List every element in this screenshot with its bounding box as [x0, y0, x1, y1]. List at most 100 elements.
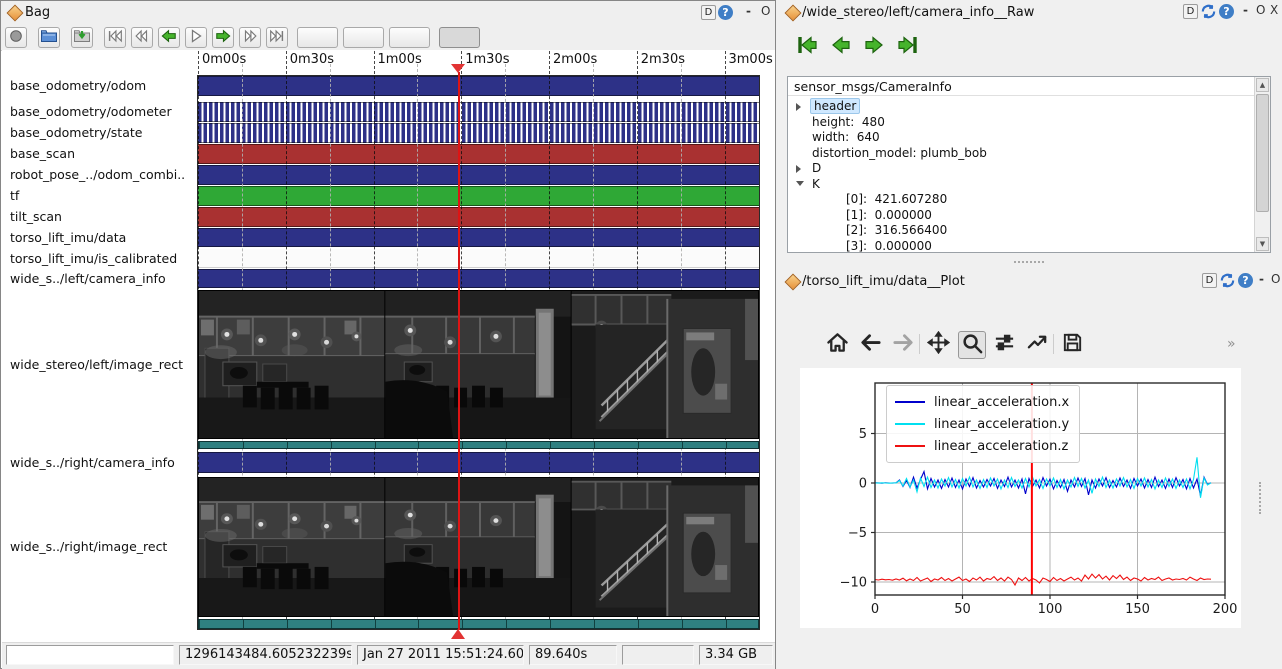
plot-panel-title: /torso_lift_imu/data__Plot — [802, 274, 965, 289]
topic-band-striped[interactable] — [198, 123, 759, 143]
tree-row[interactable]: header — [788, 99, 1239, 115]
tree-row[interactable]: [1]: 0.000000 — [788, 208, 1239, 224]
topic-band-solid[interactable] — [198, 76, 759, 96]
pan-button[interactable] — [925, 331, 951, 357]
topic-band-solid[interactable] — [198, 269, 759, 288]
topic-band-empty[interactable] — [198, 249, 759, 268]
toolbar-overflow-chevron[interactable]: » — [1227, 336, 1236, 352]
fast-forward-button[interactable] — [239, 27, 261, 48]
bag-window-title: Bag — [25, 5, 50, 20]
minimize-button[interactable]: - — [746, 4, 751, 18]
save-export-button[interactable] — [71, 27, 93, 48]
topic-band-solid[interactable] — [198, 228, 759, 247]
undock-button[interactable]: O — [1271, 272, 1280, 286]
plot-panel-titlebar[interactable]: /torso_lift_imu/data__Plot D ? - O X — [777, 269, 1282, 293]
overview-tick — [287, 620, 288, 628]
last-message-button[interactable] — [894, 34, 920, 60]
camera-image-strip — [199, 291, 758, 438]
tree-row[interactable]: [0]: 421.607280 — [788, 192, 1239, 208]
scrollbar-thumb[interactable] — [1256, 94, 1269, 212]
home-button[interactable] — [824, 331, 850, 357]
skip-end-button[interactable] — [266, 27, 288, 48]
message-view[interactable]: sensor_msgs/CameraInfo headerheight: 480… — [787, 76, 1271, 253]
minimize-button[interactable]: - — [1243, 3, 1248, 17]
record-button[interactable] — [5, 27, 27, 48]
undock-button[interactable]: O — [761, 4, 770, 18]
play-button[interactable] — [185, 27, 207, 48]
tree-row[interactable]: D — [788, 161, 1239, 177]
playhead-line[interactable] — [458, 72, 460, 630]
message-tree[interactable]: headerheight: 480width: 640distortion_mo… — [788, 97, 1255, 252]
next-green-button[interactable] — [212, 27, 234, 48]
help-icon[interactable]: ? — [1219, 4, 1234, 19]
tree-row[interactable]: [3]: 0.000000 — [788, 239, 1239, 254]
panel-splitter-handle[interactable] — [1014, 261, 1044, 263]
blank-pressed-button[interactable] — [439, 27, 480, 48]
rewind-button[interactable] — [131, 27, 153, 48]
refresh-icon[interactable] — [1200, 3, 1217, 24]
legend-line-sample — [895, 445, 925, 448]
legend-line-sample — [895, 401, 925, 404]
back-button[interactable] — [857, 331, 883, 357]
blank-button[interactable] — [389, 27, 430, 48]
overview-tick — [462, 442, 463, 448]
blank-button[interactable] — [343, 27, 384, 48]
topic-band-solid[interactable] — [198, 186, 759, 206]
plot-figure[interactable]: 05010015020050−5−10 linear_acceleration.… — [800, 368, 1241, 628]
dock-button[interactable]: D — [1183, 4, 1198, 19]
scroll-down-icon[interactable]: ▼ — [1256, 237, 1269, 251]
undock-button[interactable]: O — [1256, 3, 1265, 17]
first-message-button[interactable] — [795, 34, 821, 60]
timeline-bands[interactable] — [2, 50, 775, 631]
scroll-up-icon[interactable]: ▲ — [1256, 78, 1269, 92]
subplots-button[interactable] — [991, 331, 1017, 357]
save-button[interactable] — [1059, 331, 1085, 357]
topic-band-solid[interactable] — [198, 144, 759, 164]
help-icon[interactable]: ? — [1238, 273, 1253, 288]
raw-panel-titlebar[interactable]: /wide_stereo/left/camera_info__Raw D ? -… — [777, 0, 1282, 24]
dock-button[interactable]: D — [701, 5, 716, 20]
tree-row[interactable]: height: 480 — [788, 115, 1239, 131]
tree-row[interactable]: K — [788, 177, 1239, 193]
help-icon[interactable]: ? — [718, 5, 733, 20]
bag-titlebar[interactable]: Bag D ? - O — [1, 1, 775, 27]
topic-band-striped[interactable] — [198, 102, 759, 122]
topic-band-image[interactable] — [198, 477, 759, 617]
playhead-marker-bottom[interactable] — [451, 629, 465, 639]
blank-button[interactable] — [297, 27, 338, 48]
rqt-plugin-icon — [785, 274, 802, 291]
minimize-button[interactable]: - — [1259, 272, 1264, 286]
vertical-splitter-handle[interactable] — [1259, 482, 1261, 514]
overview-tick — [287, 442, 288, 448]
topic-band-solid[interactable] — [198, 207, 759, 227]
tree-row-text: height: 480 — [812, 115, 885, 129]
bag-size-box: 3.34 GB — [699, 645, 773, 665]
refresh-icon[interactable] — [1219, 272, 1236, 293]
overview-tick — [243, 442, 244, 448]
message-scrollbar[interactable]: ▲ ▼ — [1254, 77, 1270, 252]
topic-band-solid[interactable] — [198, 165, 759, 185]
customize-button[interactable] — [1024, 331, 1050, 357]
tree-row[interactable]: width: 640 — [788, 130, 1239, 146]
zoom-button[interactable] — [958, 331, 986, 359]
prev-green-button[interactable] — [158, 27, 180, 48]
expand-icon[interactable] — [796, 165, 801, 173]
legend-entry: linear_acceleration.y — [895, 413, 1069, 435]
expand-icon[interactable] — [796, 103, 801, 111]
tree-row[interactable]: [2]: 316.566400 — [788, 223, 1239, 239]
collapse-icon[interactable] — [796, 181, 804, 186]
topic-band-solid[interactable] — [198, 452, 759, 473]
dock-button[interactable]: D — [1202, 273, 1217, 288]
next-message-button[interactable] — [861, 34, 887, 60]
playhead-marker-top[interactable] — [451, 64, 465, 73]
timeline-overview-bar[interactable] — [198, 441, 759, 449]
close-button[interactable]: X — [1270, 3, 1278, 17]
open-button[interactable] — [38, 27, 60, 48]
tree-row[interactable]: distortion_model: plumb_bob — [788, 146, 1239, 162]
forward-icon — [892, 331, 915, 358]
previous-message-button[interactable] — [828, 34, 854, 60]
topic-band-image[interactable] — [198, 290, 759, 439]
svg-text:0: 0 — [871, 602, 879, 617]
skip-start-button[interactable] — [104, 27, 126, 48]
timeline-overview-bar[interactable] — [198, 619, 759, 629]
